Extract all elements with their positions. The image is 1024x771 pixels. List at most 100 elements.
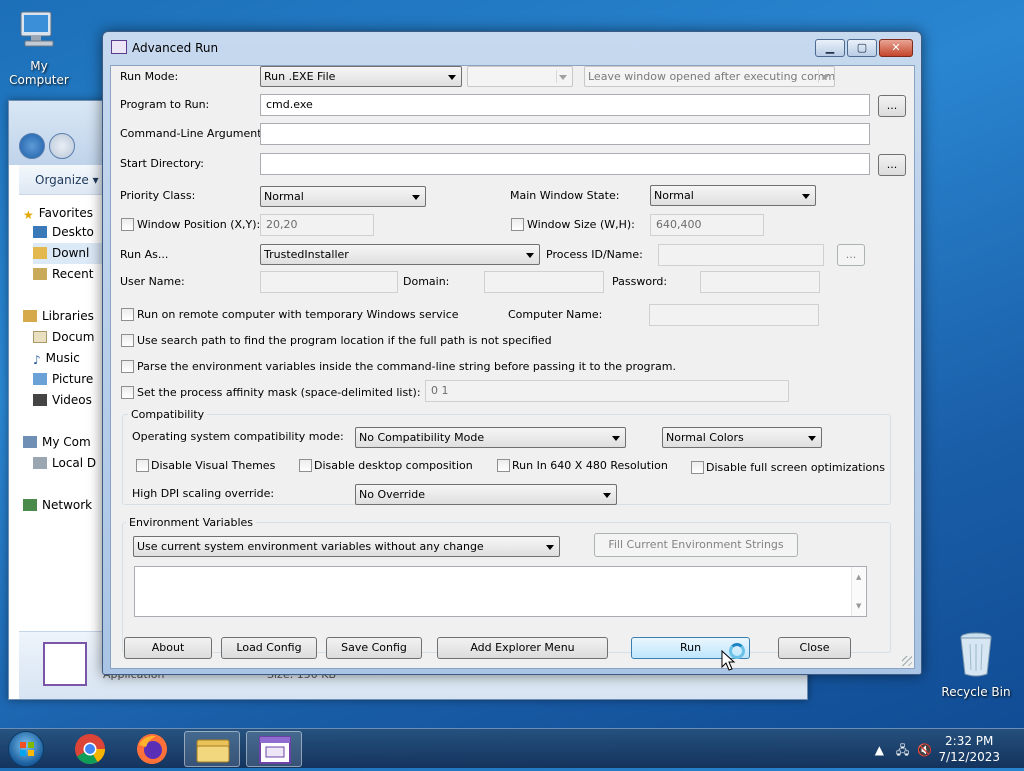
chevron-down-icon (808, 436, 816, 441)
recycle-bin-icon (960, 632, 992, 677)
chevron-down-icon (612, 436, 620, 441)
parse-env-label: Parse the environment variables inside t… (137, 360, 676, 373)
drive-icon (33, 457, 47, 469)
about-button[interactable]: About (124, 637, 212, 659)
window-opened-select: Leave window opened after executing comm… (584, 66, 835, 87)
nav-item-favorites[interactable]: ★ Favorites (23, 203, 113, 224)
domain-label: Domain: (403, 275, 450, 288)
resize-grip-icon[interactable] (902, 656, 912, 666)
password-label: Password: (612, 275, 668, 288)
maximize-button[interactable]: ▢ (847, 39, 877, 57)
disable-fullscreen-checkbox[interactable] (691, 461, 704, 474)
show-hidden-icons-icon[interactable]: ▲ (875, 743, 884, 757)
startdir-label: Start Directory: (120, 157, 204, 170)
priority-label: Priority Class: (120, 189, 196, 202)
window-position-input: 20,20 (260, 214, 374, 236)
chevron-down-icon (821, 75, 829, 80)
run-as-label: Run As... (120, 248, 169, 261)
env-strings-textarea[interactable]: ▲ ▼ (134, 566, 867, 617)
my-computer-desktop-icon[interactable]: My Computer (0, 8, 78, 87)
load-config-button[interactable]: Load Config (221, 637, 317, 659)
clock-date: 7/12/2023 (938, 750, 1000, 764)
disable-desktop-comp-checkbox[interactable] (299, 459, 312, 472)
add-explorer-menu-button[interactable]: Add Explorer Menu (437, 637, 608, 659)
nav-item-my-computer[interactable]: My Com (23, 432, 113, 453)
network-icon (23, 499, 37, 511)
cmdline-input[interactable] (260, 123, 870, 145)
chevron-down-icon (448, 75, 456, 80)
system-tray[interactable]: ▲ 🖧 🔇 (875, 741, 932, 762)
chevron-down-icon (412, 195, 420, 200)
run-as-select[interactable]: TrustedInstaller (260, 244, 540, 265)
run-mode-extra-select (467, 66, 573, 87)
close-button[interactable]: Close (778, 637, 851, 659)
taskbar-advanced-run[interactable] (246, 731, 302, 767)
back-button[interactable] (19, 133, 45, 159)
cmdline-label: Command-Line Arguments: (120, 127, 271, 140)
os-compat-select[interactable]: No Compatibility Mode (355, 427, 626, 448)
computer-name-label: Computer Name: (508, 308, 603, 321)
app-icon (111, 40, 127, 54)
domain-input (484, 271, 604, 293)
run-640-label: Run In 640 X 480 Resolution (512, 459, 668, 472)
window-position-checkbox[interactable] (121, 218, 134, 231)
minimize-button[interactable]: ▁ (815, 39, 845, 57)
clock[interactable]: 2:32 PM 7/12/2023 (938, 733, 1000, 765)
folder-icon (33, 247, 47, 259)
startdir-input[interactable] (260, 153, 870, 175)
title-bar[interactable]: Advanced Run ▁ ▢ ✕ (103, 32, 921, 62)
search-path-checkbox[interactable] (121, 334, 134, 347)
dpi-select[interactable]: No Override (355, 484, 617, 505)
taskbar-chrome[interactable] (62, 731, 118, 767)
organize-button[interactable]: Organize ▾ (35, 173, 99, 187)
vertical-scrollbar[interactable]: ▲ ▼ (851, 567, 866, 616)
close-window-button[interactable]: ✕ (879, 39, 913, 57)
volume-muted-icon[interactable]: 🔇 (917, 743, 932, 757)
compatibility-group-title: Compatibility (128, 408, 208, 421)
chevron-down-icon (603, 493, 611, 498)
main-window-state-label: Main Window State: (510, 189, 620, 202)
windows-logo-icon (20, 742, 34, 756)
browse-program-button[interactable]: ... (878, 95, 906, 117)
env-mode-select[interactable]: Use current system environment variables… (133, 536, 560, 557)
window-size-input: 640,400 (650, 214, 764, 236)
chevron-down-icon (526, 253, 534, 258)
start-button[interactable] (8, 731, 44, 767)
forward-button[interactable] (49, 133, 75, 159)
nav-item-network[interactable]: Network (23, 495, 113, 516)
main-window-state-select[interactable]: Normal (650, 185, 816, 206)
taskbar-firefox[interactable] (124, 731, 180, 767)
app-large-icon (43, 642, 87, 686)
chevron-down-icon (559, 75, 567, 80)
run-640-checkbox[interactable] (497, 459, 510, 472)
dpi-label: High DPI scaling override: (132, 487, 275, 500)
program-input[interactable]: cmd.exe (260, 94, 870, 116)
run-mode-select[interactable]: Run .EXE File (260, 66, 462, 87)
star-icon: ★ (23, 208, 34, 222)
window-position-label: Window Position (X,Y): (137, 218, 261, 231)
disable-desktop-comp-label: Disable desktop composition (314, 459, 473, 472)
remote-computer-checkbox[interactable] (121, 308, 134, 321)
browse-process-button: ... (837, 244, 865, 266)
network-icon[interactable]: 🖧 (896, 743, 909, 757)
recycle-bin-desktop-icon[interactable]: Recycle Bin (940, 630, 1012, 699)
window-size-checkbox[interactable] (511, 218, 524, 231)
videos-icon (33, 394, 47, 406)
priority-select[interactable]: Normal (260, 186, 426, 207)
parse-env-checkbox[interactable] (121, 360, 134, 373)
save-config-button[interactable]: Save Config (326, 637, 422, 659)
taskbar-explorer[interactable] (184, 731, 240, 767)
nav-item-libraries[interactable]: Libraries (23, 306, 113, 327)
process-id-input (658, 244, 824, 266)
pictures-icon (33, 373, 47, 385)
process-id-label: Process ID/Name: (546, 248, 643, 261)
browse-startdir-button[interactable]: ... (878, 154, 906, 176)
music-icon: ♪ (33, 353, 41, 367)
disable-themes-checkbox[interactable] (136, 459, 149, 472)
taskbar: ▲ 🖧 🔇 2:32 PM 7/12/2023 (0, 728, 1024, 768)
colors-select[interactable]: Normal Colors (662, 427, 822, 448)
computer-icon (20, 11, 54, 47)
advanced-run-window[interactable]: Advanced Run ▁ ▢ ✕ Run Mode: Run .EXE Fi… (102, 31, 922, 675)
affinity-checkbox[interactable] (121, 386, 134, 399)
